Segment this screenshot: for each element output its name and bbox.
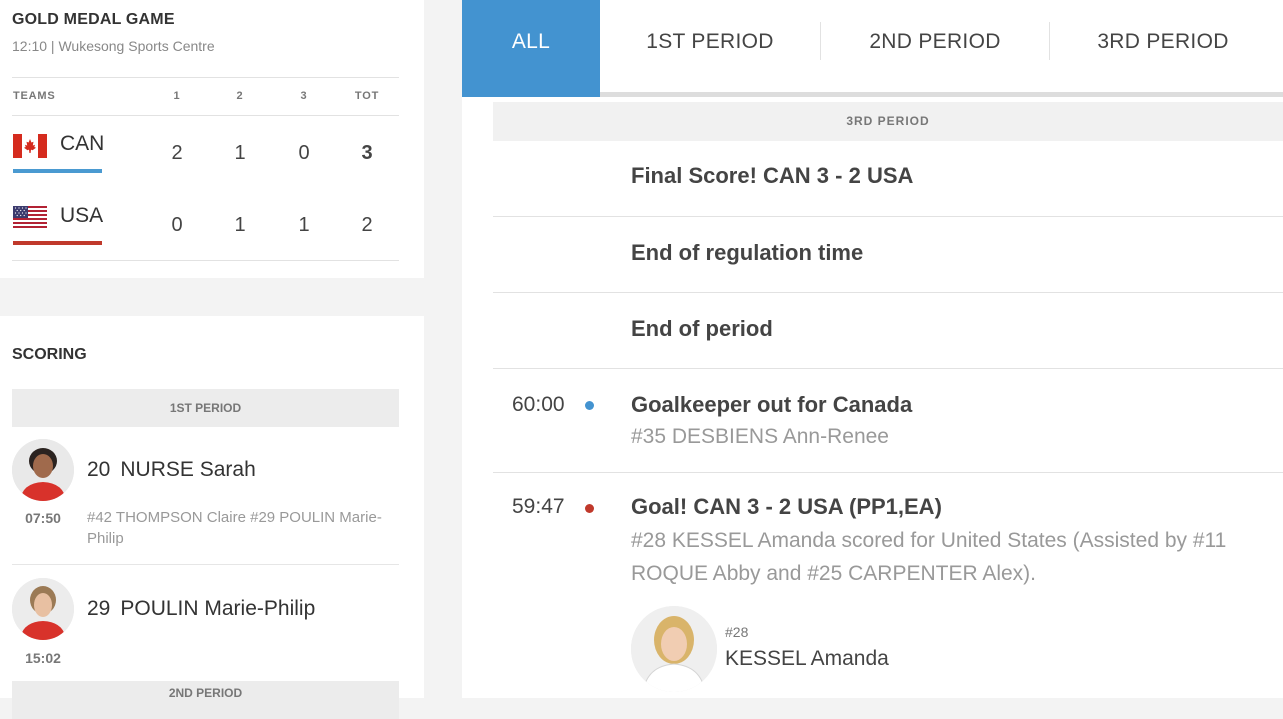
- tab-all[interactable]: ALL: [462, 0, 600, 97]
- scoring-card: SCORING 1ST PERIOD 20 NURSE Sarah 07:50 #…: [0, 316, 424, 719]
- score-p3: 0: [298, 142, 310, 164]
- scorer-fullname: NURSE Sarah: [120, 458, 256, 481]
- goal-time: 15:02: [25, 650, 61, 666]
- player-avatar: [631, 606, 717, 692]
- canada-flag-icon: [13, 134, 47, 158]
- play-by-play-list: 3RD PERIOD Final Score! CAN 3 - 2 USA En…: [493, 102, 1283, 703]
- team-row-can[interactable]: CAN 2 1 0 3: [12, 116, 399, 188]
- team-abbr: CAN: [60, 132, 105, 155]
- event-subtitle: #28 KESSEL Amanda scored for United Stat…: [631, 529, 1227, 585]
- event-dot-icon: [585, 504, 594, 513]
- pbp-event[interactable]: 59:47 Goal! CAN 3 - 2 USA (PP1,EA) #28 K…: [493, 473, 1283, 703]
- player-avatar: [12, 578, 74, 640]
- scorer-name: 20 NURSE Sarah: [87, 458, 256, 482]
- header-period-3: 3: [300, 90, 308, 102]
- event-dot-icon: [585, 401, 594, 410]
- play-by-play-panel: ALL 1ST PERIOD 2ND PERIOD 3RD PERIOD 3RD…: [462, 0, 1283, 698]
- left-column: GOLD MEDAL GAME 12:10 | Wukesong Sports …: [0, 0, 424, 719]
- scoring-period-header: 2ND PERIOD: [12, 681, 399, 719]
- tab-3rd-period[interactable]: 3RD PERIOD: [1059, 0, 1267, 97]
- tab-divider: [1049, 22, 1050, 60]
- event-title: End of period: [631, 316, 773, 341]
- player-number: #28: [725, 624, 749, 640]
- score-p1: 0: [171, 214, 183, 236]
- period-tabs: ALL 1ST PERIOD 2ND PERIOD 3RD PERIOD: [462, 0, 1283, 97]
- team-color-bar: [13, 241, 102, 245]
- event-title: Final Score! CAN 3 - 2 USA: [631, 163, 914, 188]
- score-table-header: TEAMS 1 2 3 TOT: [12, 77, 399, 116]
- pbp-event[interactable]: End of regulation time: [493, 217, 1283, 293]
- header-period-1: 1: [173, 90, 181, 102]
- scoring-goal-item[interactable]: 20 NURSE Sarah 07:50 #42 THOMPSON Claire …: [12, 439, 399, 559]
- score-total: 3: [361, 142, 373, 164]
- divider: [12, 260, 399, 261]
- pbp-period-header: 3RD PERIOD: [493, 102, 1283, 141]
- usa-flag-icon: [13, 206, 47, 230]
- score-p2: 1: [234, 214, 246, 236]
- header-teams: TEAMS: [13, 90, 56, 102]
- event-time: 59:47: [512, 495, 565, 518]
- team-color-bar: [13, 169, 102, 173]
- event-subtitle: #35 DESBIENS Ann-Renee: [631, 425, 889, 448]
- tab-2nd-period[interactable]: 2ND PERIOD: [830, 0, 1040, 97]
- goal-assists: #42 THOMPSON Claire #29 POULIN Marie-Phi…: [87, 509, 382, 547]
- goal-time: 07:50: [25, 510, 61, 526]
- scorer-fullname: POULIN Marie-Philip: [120, 597, 316, 620]
- event-title: End of regulation time: [631, 240, 864, 265]
- scoring-goal-item[interactable]: 29 POULIN Marie-Philip 15:02: [12, 578, 399, 668]
- event-title: Goalkeeper out for Canada: [631, 392, 913, 417]
- score-p1: 2: [171, 142, 183, 164]
- header-total: TOT: [354, 90, 380, 102]
- player-avatar: [12, 439, 74, 501]
- player-photo-icon: [12, 439, 74, 501]
- team-row-usa[interactable]: USA 0 1 1 2: [12, 188, 399, 260]
- event-time: 60:00: [512, 393, 565, 416]
- scorer-number: 20: [87, 458, 111, 481]
- scoring-period-header: 1ST PERIOD: [12, 389, 399, 427]
- team-abbr: USA: [60, 204, 104, 227]
- game-title: GOLD MEDAL GAME: [12, 11, 175, 28]
- game-summary-card: GOLD MEDAL GAME 12:10 | Wukesong Sports …: [0, 0, 424, 278]
- pbp-event[interactable]: Final Score! CAN 3 - 2 USA: [493, 141, 1283, 217]
- game-subtitle: 12:10 | Wukesong Sports Centre: [12, 38, 215, 54]
- player-name: KESSEL Amanda: [725, 647, 889, 670]
- score-p2: 1: [234, 142, 246, 164]
- player-photo-icon: [12, 578, 74, 640]
- divider: [12, 564, 399, 565]
- event-title: Goal! CAN 3 - 2 USA (PP1,EA): [631, 494, 942, 519]
- pbp-event[interactable]: 60:00 Goalkeeper out for Canada #35 DESB…: [493, 369, 1283, 473]
- score-p3: 1: [298, 214, 310, 236]
- scoring-title: SCORING: [12, 346, 87, 363]
- pbp-event[interactable]: End of period: [493, 293, 1283, 369]
- player-photo-icon: [631, 606, 717, 692]
- tab-divider: [820, 22, 821, 60]
- tab-1st-period[interactable]: 1ST PERIOD: [610, 0, 810, 97]
- score-table: TEAMS 1 2 3 TOT CAN 2 1 0 3 USA 0 1 1 2: [12, 77, 399, 261]
- header-period-2: 2: [236, 90, 244, 102]
- scorer-name: 29 POULIN Marie-Philip: [87, 597, 315, 621]
- score-total: 2: [361, 214, 373, 236]
- scorer-number: 29: [87, 597, 111, 620]
